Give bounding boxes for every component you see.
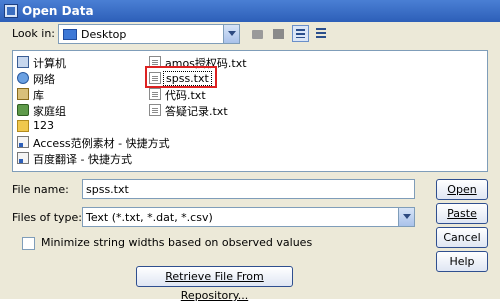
files-of-type-dropdown[interactable]: Text (*.txt, *.dat, *.csv) <box>82 207 415 227</box>
item-label: 123 <box>33 119 54 132</box>
shortcut-icon <box>17 152 29 164</box>
app-icon <box>4 4 18 18</box>
minimize-string-widths-checkbox[interactable] <box>22 237 35 250</box>
retrieve-button-label: Retrieve File From Repository... <box>165 270 264 302</box>
paste-button-label: Paste <box>447 207 477 220</box>
homegroup-icon <box>17 104 29 116</box>
file-name-label: File name: <box>12 183 69 196</box>
library-icon <box>17 88 29 100</box>
chevron-down-icon[interactable] <box>398 208 414 226</box>
text-file-icon <box>149 88 161 100</box>
look-in-value: Desktop <box>81 28 127 41</box>
cancel-button-label: Cancel <box>443 231 481 244</box>
chevron-down-icon[interactable] <box>223 25 239 43</box>
item-label: 库 <box>33 89 44 102</box>
network-icon <box>17 72 29 84</box>
item-label: 代码.txt <box>165 89 206 102</box>
help-button[interactable]: Help <box>436 251 488 272</box>
window-title: Open Data <box>22 4 94 18</box>
item-label: Access范例素材 - 快捷方式 <box>33 137 170 150</box>
open-button-label: Open <box>447 183 477 196</box>
item-label: 家庭组 <box>33 105 66 118</box>
open-data-dialog: Open Data Look in: Desktop 计算机 网络 库 家庭组 … <box>0 0 500 302</box>
open-button[interactable]: Open <box>436 179 488 200</box>
list-view-icon[interactable] <box>292 25 309 42</box>
item-label: 网络 <box>33 73 55 86</box>
annotation-highlight-box <box>145 66 217 88</box>
look-in-label: Look in: <box>12 27 55 40</box>
computer-icon <box>17 56 29 68</box>
help-button-label: Help <box>449 255 475 268</box>
look-in-dropdown[interactable]: Desktop <box>58 24 240 44</box>
paste-button[interactable]: Paste <box>436 203 488 224</box>
desktop-folder-icon <box>63 29 77 40</box>
files-of-type-label: Files of type: <box>12 211 83 224</box>
item-label: 答疑记录.txt <box>165 105 228 118</box>
retrieve-from-repository-button[interactable]: Retrieve File From Repository... <box>136 266 293 302</box>
file-name-input[interactable]: spss.txt <box>82 179 415 199</box>
text-file-icon <box>149 104 161 116</box>
file-list[interactable]: 计算机 网络 库 家庭组 123 Access范例素材 - 快捷方式 百度翻译 … <box>12 50 488 172</box>
cancel-button[interactable]: Cancel <box>436 227 488 248</box>
item-label: 计算机 <box>33 57 66 70</box>
shortcut-icon <box>17 136 29 148</box>
up-one-level-icon[interactable] <box>249 25 266 42</box>
folder-icon <box>17 120 29 132</box>
title-bar[interactable]: Open Data <box>0 0 500 22</box>
minimize-string-widths-label: Minimize string widths based on observed… <box>41 236 313 249</box>
details-view-icon[interactable] <box>313 25 330 42</box>
new-folder-icon[interactable] <box>270 25 287 42</box>
item-label: 百度翻译 - 快捷方式 <box>33 153 132 166</box>
files-of-type-value: Text (*.txt, *.dat, *.csv) <box>86 211 213 224</box>
file-name-value: spss.txt <box>86 183 129 196</box>
